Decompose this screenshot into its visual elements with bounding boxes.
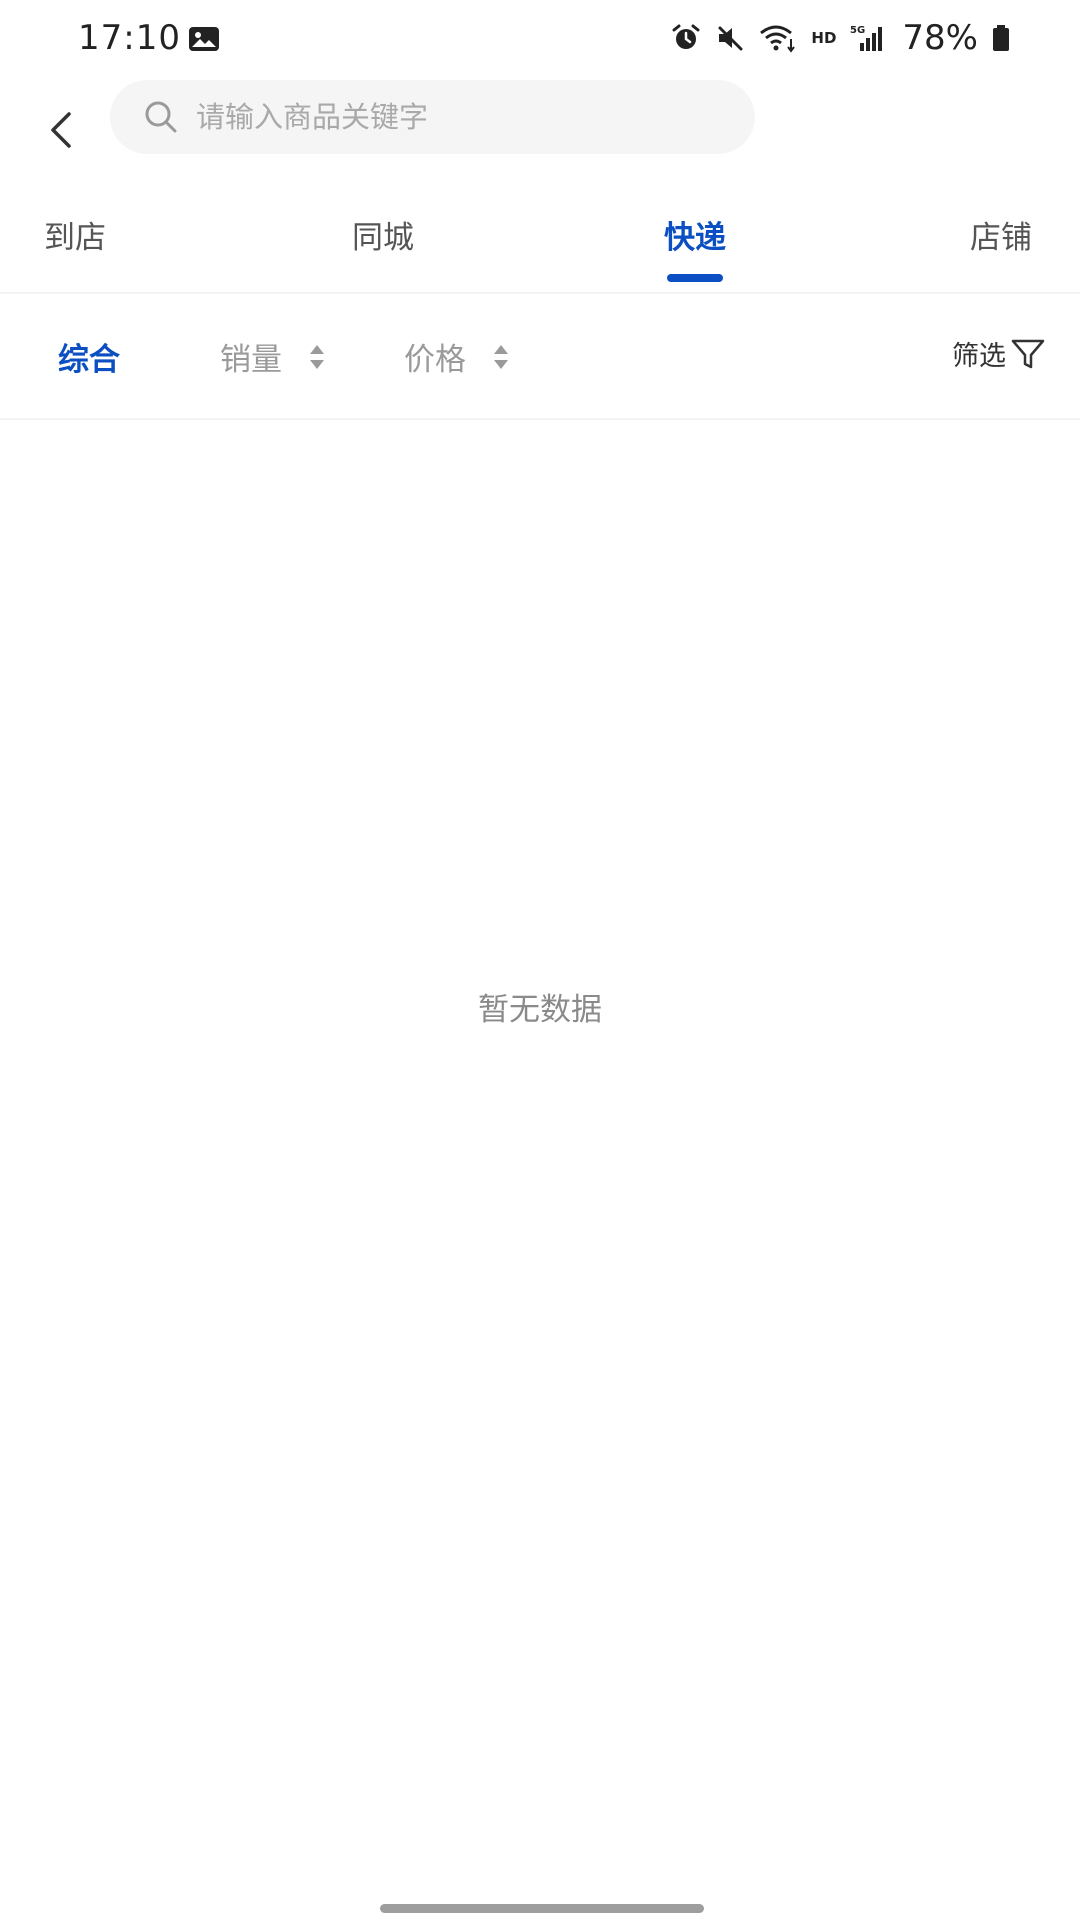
back-button[interactable] xyxy=(30,100,90,160)
alarm-icon xyxy=(672,24,700,49)
search-input[interactable] xyxy=(196,100,716,134)
network-hd-label: HD xyxy=(811,29,837,47)
active-tab-indicator xyxy=(667,274,723,282)
battery-icon xyxy=(993,25,1009,51)
gallery-icon xyxy=(189,27,219,51)
sort-price[interactable]: 价格 xyxy=(404,334,510,379)
tab-dianpu[interactable]: 店铺 xyxy=(970,212,1032,257)
battery-percent: 78% xyxy=(902,18,978,58)
svg-text:5G: 5G xyxy=(850,25,865,36)
category-tabs: 到店 同城 快递 店铺 xyxy=(0,200,1080,294)
sort-comprehensive[interactable]: 综合 xyxy=(58,334,120,379)
tab-kuaidi[interactable]: 快递 xyxy=(664,212,726,257)
tab-tongcheng[interactable]: 同城 xyxy=(352,212,414,257)
search-box[interactable] xyxy=(110,80,755,154)
funnel-icon xyxy=(1011,339,1045,368)
empty-state-text: 暂无数据 xyxy=(478,992,602,1028)
chevron-left-icon xyxy=(51,112,71,148)
tab-daodian[interactable]: 到店 xyxy=(44,212,106,257)
status-time: 17:10 xyxy=(78,18,181,58)
filter-button[interactable]: 筛选 xyxy=(952,334,1046,373)
sort-arrows-icon xyxy=(310,344,324,369)
status-bar: 17:10 HD 5G 78% xyxy=(0,0,1080,80)
mute-icon xyxy=(718,26,743,51)
filter-label: 筛选 xyxy=(952,341,1006,372)
sort-comprehensive-label: 综合 xyxy=(58,342,120,378)
wifi-icon xyxy=(760,25,796,53)
sort-arrows-icon xyxy=(494,344,508,369)
signal-icon: 5G xyxy=(850,25,883,51)
sort-sales-label: 销量 xyxy=(220,342,282,378)
home-indicator[interactable] xyxy=(380,1904,704,1913)
sort-sales[interactable]: 销量 xyxy=(220,334,326,379)
search-icon xyxy=(145,101,177,133)
sort-bar: 综合 销量 价格 筛选 xyxy=(0,294,1080,420)
status-icons: HD 5G 78% xyxy=(671,16,1010,60)
sort-price-label: 价格 xyxy=(404,342,466,378)
header xyxy=(0,80,1080,180)
